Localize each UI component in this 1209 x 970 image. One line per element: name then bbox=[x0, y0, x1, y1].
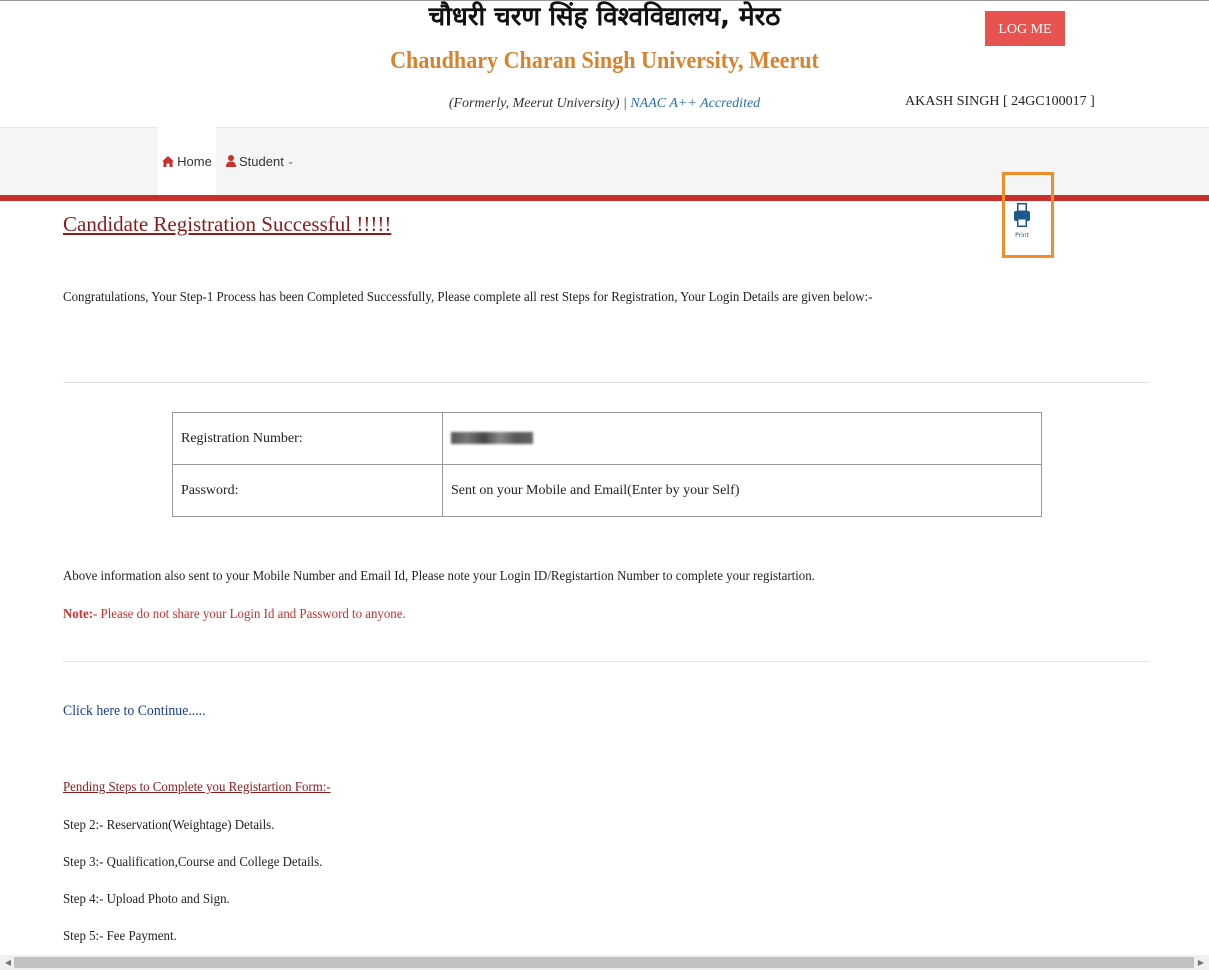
nav-student[interactable]: Student ⌄ bbox=[226, 127, 294, 195]
page: चौधरी चरण सिंह विश्वविद्यालय, मेरठ Chaud… bbox=[0, 0, 1209, 970]
registration-number-label: Registration Number: bbox=[172, 412, 443, 465]
step-item: Step 4:- Upload Photo and Sign. bbox=[63, 892, 230, 907]
page-title: Candidate Registration Successful !!!!! bbox=[63, 212, 392, 236]
chevron-down-icon: ⌄ bbox=[286, 155, 295, 166]
continue-link[interactable]: Click here to Continue..... bbox=[63, 703, 206, 720]
subtitle-formerly: (Formerly, Meerut University) | bbox=[448, 96, 631, 111]
university-title-english: Chaudhary Charan Singh University, Meeru… bbox=[390, 48, 819, 74]
registration-number-blurred bbox=[451, 432, 533, 445]
password-label: Password: bbox=[172, 464, 443, 517]
divider bbox=[63, 661, 1150, 662]
table-row: Registration Number: bbox=[172, 412, 1042, 465]
user-info: AKASH SINGH [ 24GC100017 ] bbox=[905, 94, 1095, 109]
nav-home[interactable]: Home bbox=[158, 127, 216, 195]
login-details-table: Registration Number: Password: Sent on y… bbox=[172, 412, 1042, 517]
congratulations-text: Congratulations, Your Step-1 Process has… bbox=[63, 290, 873, 305]
pending-steps-heading: Pending Steps to Complete you Registarti… bbox=[63, 780, 331, 795]
nav-home-label: Home bbox=[177, 153, 212, 169]
naac-accreditation: NAAC A++ Accredited bbox=[630, 96, 761, 111]
registration-number-value bbox=[442, 412, 1042, 465]
scroll-left-icon[interactable]: ◀ bbox=[2, 957, 14, 968]
scroll-right-icon[interactable]: ▶ bbox=[1195, 957, 1207, 968]
step-item: Step 3:- Qualification,Course and Colleg… bbox=[63, 855, 323, 870]
note-prefix: Note:- bbox=[63, 607, 98, 622]
scrollbar-thumb[interactable] bbox=[14, 957, 1194, 968]
info-text: Above information also sent to your Mobi… bbox=[63, 569, 815, 584]
step-item: Step 2:- Reservation(Weightage) Details. bbox=[63, 818, 275, 833]
password-value: Sent on your Mobile and Email(Enter by y… bbox=[442, 464, 1042, 517]
nav-student-label: Student bbox=[239, 153, 284, 169]
step-item: Step 5:- Fee Payment. bbox=[63, 929, 177, 944]
logout-button[interactable]: LOG ME OUT bbox=[985, 11, 1065, 72]
printer-icon bbox=[1014, 203, 1030, 227]
user-icon bbox=[226, 155, 236, 167]
home-icon bbox=[162, 155, 175, 167]
print-label[interactable]: Print bbox=[1008, 232, 1036, 239]
note-body: Please do not share your Login Id and Pa… bbox=[97, 607, 406, 622]
print-button[interactable] bbox=[1011, 203, 1033, 231]
divider bbox=[63, 382, 1150, 383]
table-row: Password: Sent on your Mobile and Email(… bbox=[172, 464, 1042, 517]
note-text: Note:- Please do not share your Login Id… bbox=[63, 607, 406, 623]
